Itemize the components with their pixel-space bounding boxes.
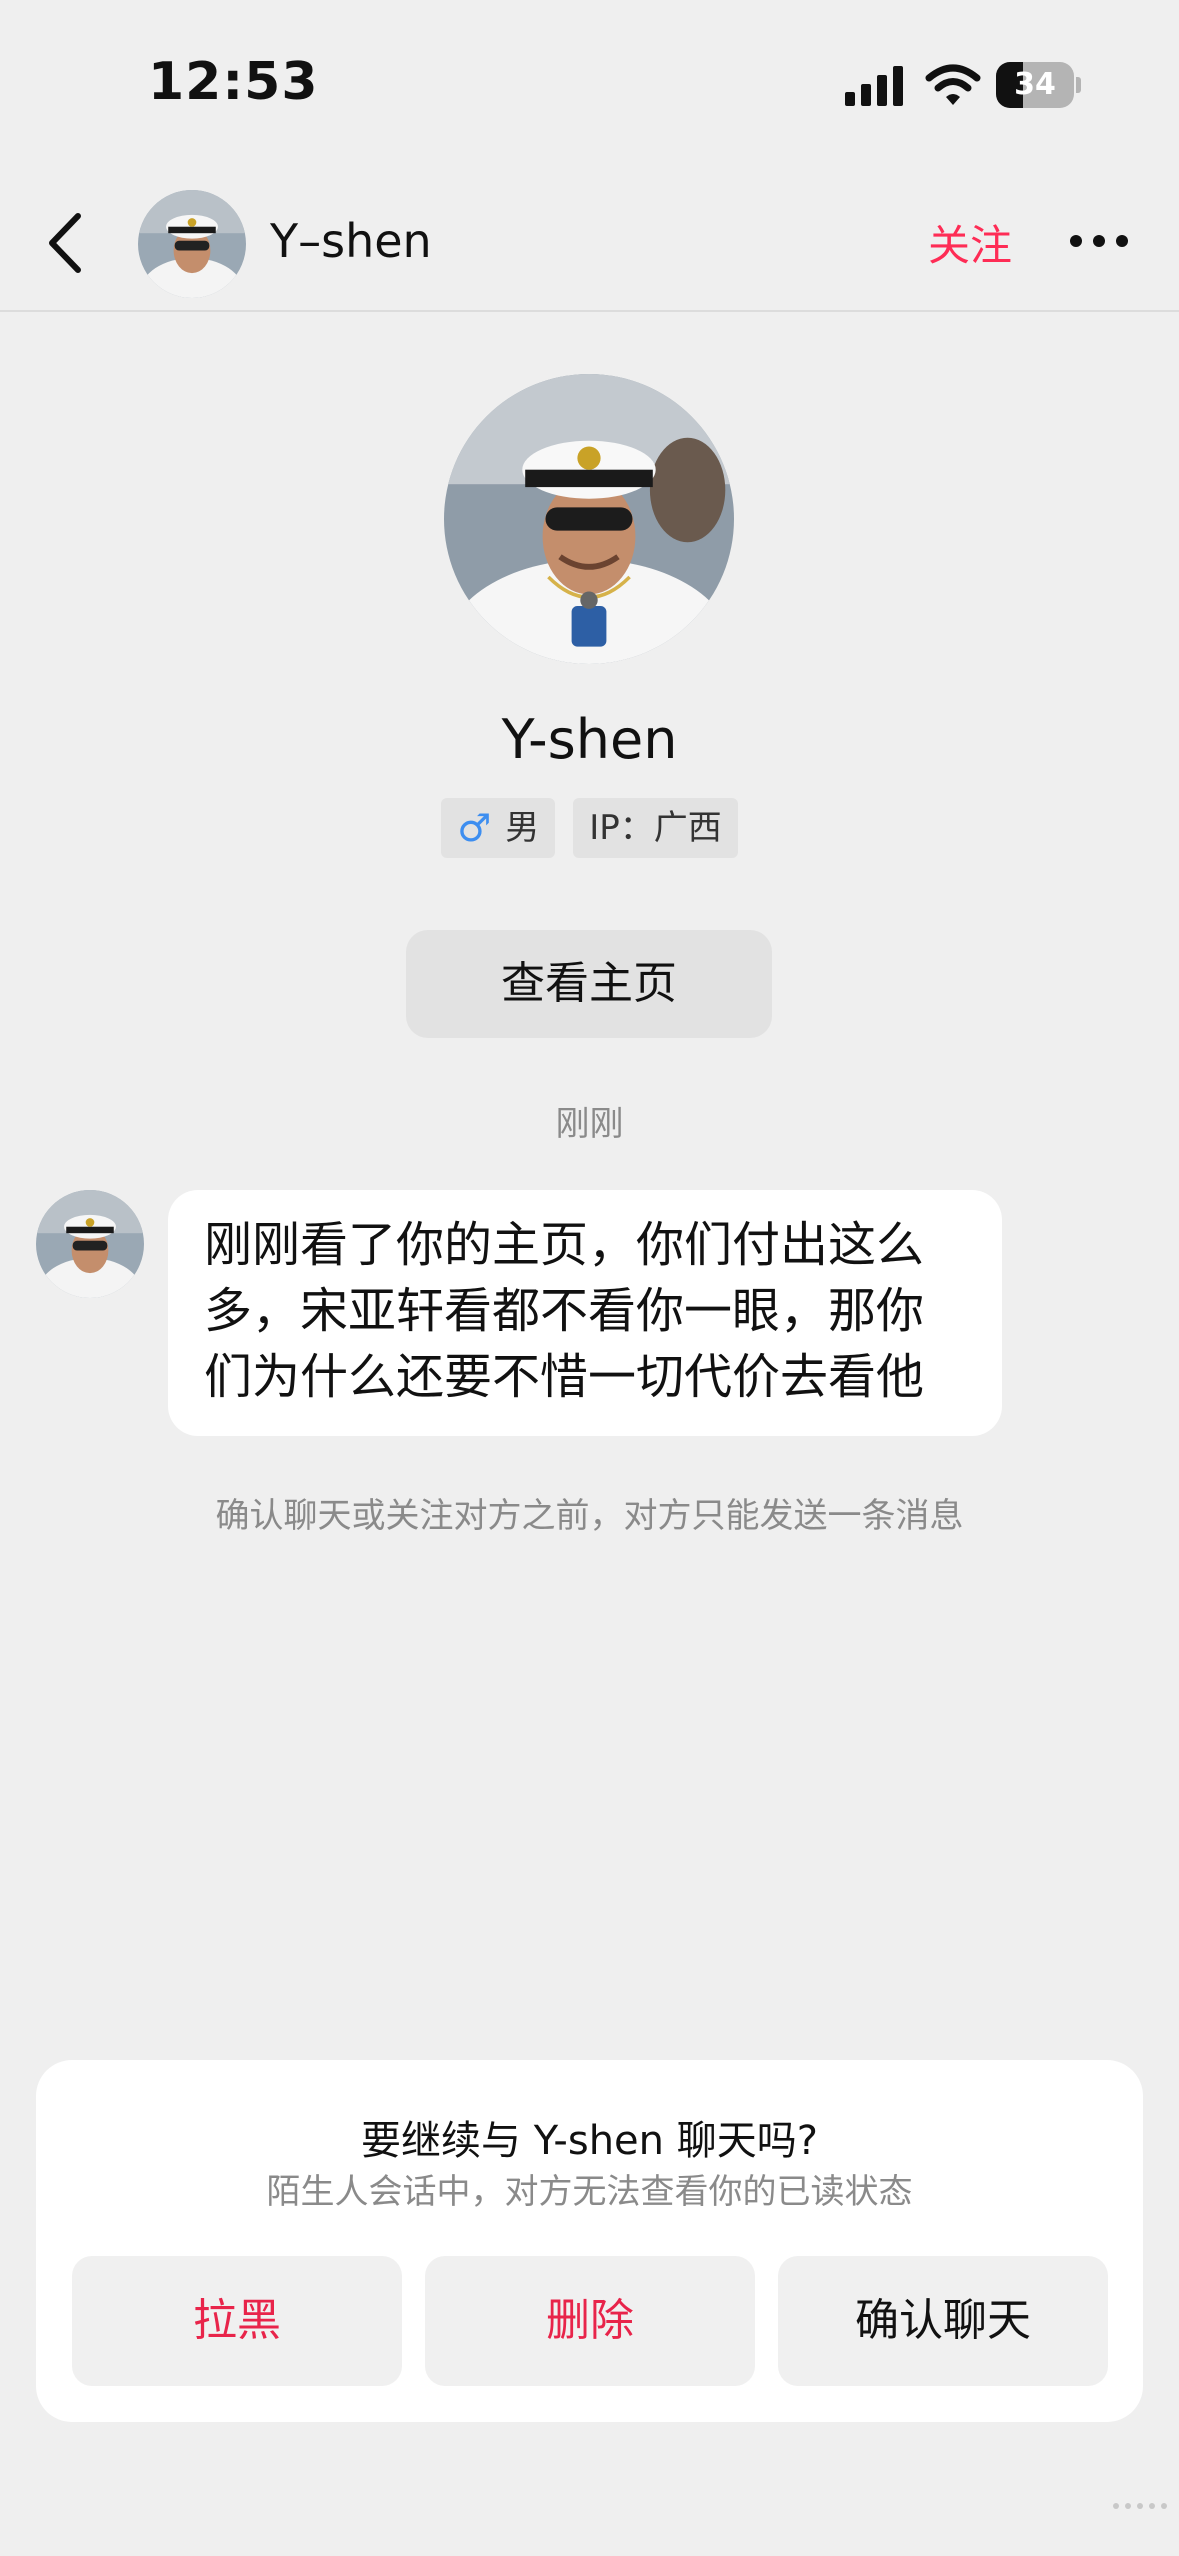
battery-percentage: 34 [1014,67,1056,102]
ip-location-tag: IP：广西 [573,798,738,858]
wifi-icon [925,64,981,105]
continue-chat-prompt: 要继续与 Y-shen 聊天吗? 陌生人会话中，对方无法查看你的已读状态 拉黑 … [36,2060,1143,2422]
status-bar: 12:53 34 [0,0,1179,170]
stranger-message-notice: 确认聊天或关注对方之前，对方只能发送一条消息 [215,1496,964,1536]
male-icon: ♂ [457,806,492,850]
profile-avatar[interactable] [444,374,734,664]
follow-button[interactable]: 关注 [928,212,1012,273]
prompt-subtitle: 陌生人会话中，对方无法查看你的已读状态 [266,2172,913,2212]
message-line: 们为什么还要不惜一切代价去看他 [204,1349,925,1405]
view-profile-button[interactable]: 查看主页 [406,930,772,1038]
profile-tags: ♂ 男 IP：广西 [0,798,1179,858]
message-sender-avatar[interactable] [36,1190,144,1298]
gender-tag: ♂ 男 [441,798,556,858]
header-username[interactable]: Y–shen [270,214,432,268]
status-time: 12:53 [148,52,319,112]
avatar-image [138,190,246,298]
confirm-chat-button[interactable]: 确认聊天 [778,2256,1108,2386]
battery-icon: 34 [996,62,1082,108]
back-arrow-icon[interactable] [40,210,90,276]
profile-avatar-image [444,374,734,664]
gender-label: 男 [505,808,540,848]
message-bubble[interactable]: 刚刚看了你的主页，你们付出这么 多，宋亚轩看都不看你一眼，那你 们为什么还要不惜… [168,1190,1002,1436]
prompt-title: 要继续与 Y-shen 聊天吗? [361,2118,818,2164]
profile-name: Y-shen [501,708,678,771]
chat-header: Y–shen 关注 [0,170,1179,312]
ip-location-label: IP：广西 [589,808,722,848]
block-button[interactable]: 拉黑 [72,2256,402,2386]
more-options-icon[interactable] [1068,228,1130,254]
sender-avatar-image [36,1190,144,1298]
header-avatar[interactable] [138,190,246,298]
resize-grip-icon [1113,2503,1167,2509]
message-timestamp: 刚刚 [555,1104,624,1144]
message-line: 多，宋亚轩看都不看你一眼，那你 [204,1283,925,1339]
message-line: 刚刚看了你的主页，你们付出这么 [204,1217,925,1273]
cellular-signal-icon [845,66,903,106]
delete-button[interactable]: 删除 [425,2256,755,2386]
